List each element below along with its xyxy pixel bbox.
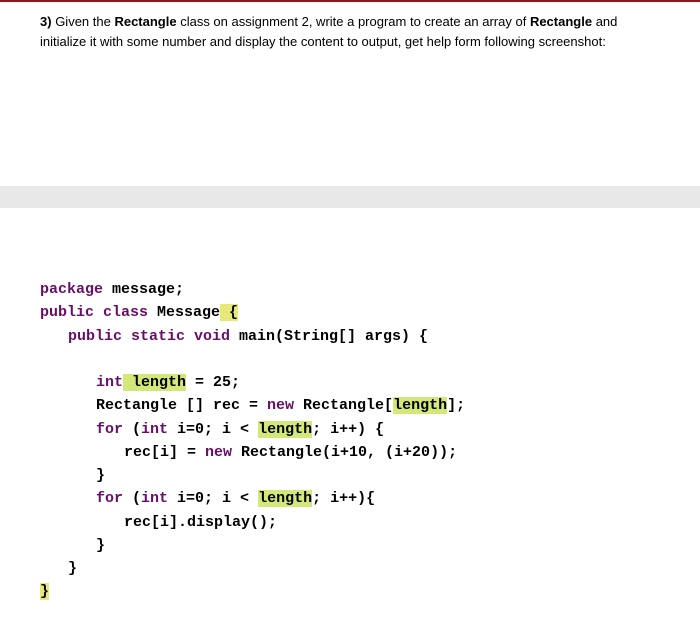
code-line-1: package message; xyxy=(40,278,660,301)
l6-c: ; i++) { xyxy=(312,421,384,438)
l5-c: ]; xyxy=(447,397,465,414)
blank-line-1 xyxy=(40,348,660,371)
code-line-2: public class Message { xyxy=(40,301,660,324)
code-line-9: for (int i=0; i < length; i++){ xyxy=(40,487,660,510)
kw-public: public xyxy=(40,304,94,321)
code-line-11: } xyxy=(40,534,660,557)
l11: } xyxy=(96,537,105,554)
l5-a: Rectangle [] rec = xyxy=(96,397,267,414)
kw-psv: public static void xyxy=(68,328,230,345)
q-text-1: Given the xyxy=(55,14,114,29)
q-bold-1: Rectangle xyxy=(114,14,176,29)
question-text: 3) Given the Rectangle class on assignme… xyxy=(0,2,700,66)
question-number: 3) xyxy=(40,14,52,29)
q-bold-2: Rectangle xyxy=(530,14,592,29)
kw-int: int xyxy=(96,374,123,391)
kw-package: package xyxy=(40,281,103,298)
hl-length-decl: length xyxy=(123,374,186,391)
l3-txt: main(String[] args) { xyxy=(230,328,428,345)
code-line-7: rec[i] = new Rectangle(i+10, (i+20)); xyxy=(40,441,660,464)
hl-length-3: length xyxy=(258,490,312,507)
l6-b: i=0; i < xyxy=(168,421,258,438)
code-block: package message; public class Message { … xyxy=(0,208,700,624)
code-line-6: for (int i=0; i < length; i++) { xyxy=(40,418,660,441)
code-line-4: int length = 25; xyxy=(40,371,660,394)
l7-a: rec[i] = xyxy=(124,444,205,461)
l9-b: i=0; i < xyxy=(168,490,258,507)
hl-length-1: length xyxy=(393,397,447,414)
code-line-13: } xyxy=(40,580,660,603)
hl-length-2: length xyxy=(258,421,312,438)
code-line-8: } xyxy=(40,464,660,487)
code-line-3: public static void main(String[] args) { xyxy=(40,325,660,348)
grey-band xyxy=(0,186,700,208)
l12: } xyxy=(68,560,77,577)
l8: } xyxy=(96,467,105,484)
class-name: Message xyxy=(148,304,220,321)
kw-new2: new xyxy=(205,444,232,461)
l9-c: ; i++){ xyxy=(312,490,375,507)
kw-for1: for xyxy=(96,421,123,438)
kw-int3: int xyxy=(141,490,168,507)
l9-a: ( xyxy=(123,490,141,507)
code-line-10: rec[i].display(); xyxy=(40,511,660,534)
hl-end-brace: } xyxy=(40,583,49,600)
kw-for2: for xyxy=(96,490,123,507)
l10: rec[i].display(); xyxy=(124,514,277,531)
l1-txt: message; xyxy=(103,281,184,298)
kw-int2: int xyxy=(141,421,168,438)
hl-brace: { xyxy=(220,304,238,321)
q-text-2: class on assignment 2, write a program t… xyxy=(177,14,530,29)
l7-b: Rectangle(i+10, (i+20)); xyxy=(232,444,457,461)
l6-a: ( xyxy=(123,421,141,438)
l5-b: Rectangle[ xyxy=(294,397,393,414)
code-line-5: Rectangle [] rec = new Rectangle[length]… xyxy=(40,394,660,417)
kw-new1: new xyxy=(267,397,294,414)
l4-rest: = 25; xyxy=(186,374,240,391)
code-line-12: } xyxy=(40,557,660,580)
kw-class: class xyxy=(94,304,148,321)
